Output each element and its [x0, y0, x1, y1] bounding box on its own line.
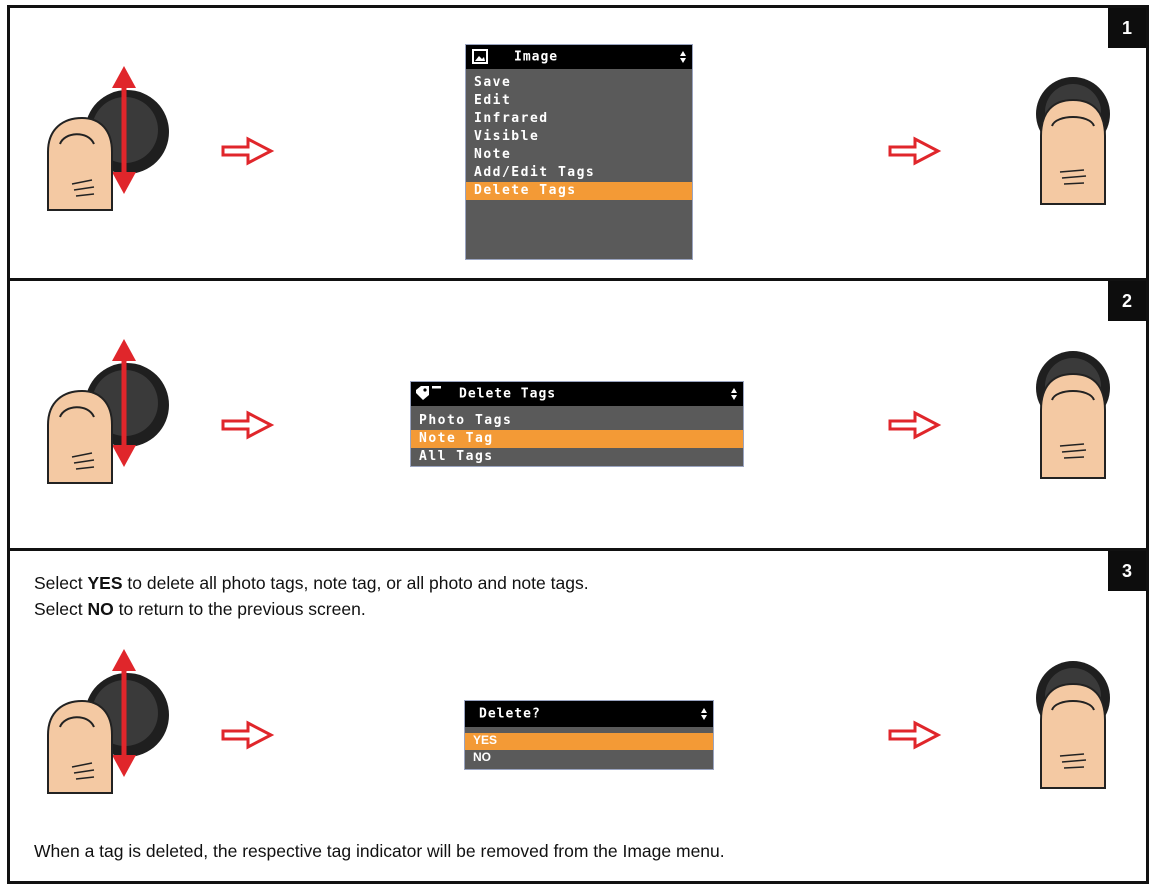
right-arrow-icon	[888, 410, 942, 440]
instruction-no: Select NO to return to the previous scre…	[34, 599, 366, 619]
step-number-badge: 3	[1108, 551, 1146, 591]
menu-item-add-edit-tags[interactable]: Add/Edit Tags	[466, 164, 692, 182]
updown-icon	[701, 708, 707, 720]
step-number-badge: 1	[1108, 8, 1146, 48]
lcd-screen: Image Save Edit Infrared Visible Note Ad…	[465, 44, 693, 260]
menu-item-no[interactable]: NO	[465, 750, 713, 767]
instruction-yes: Select YES to delete all photo tags, not…	[34, 573, 589, 593]
updown-icon	[731, 388, 737, 400]
menu-item-delete-tags[interactable]: Delete Tags	[466, 182, 692, 200]
menu-item-note-tag[interactable]: Note Tag	[411, 430, 743, 448]
lcd-screen: Delete Tags Photo Tags Note Tag All Tags	[410, 381, 744, 467]
step-1-panel: 1 Image Save Edit Infrared Visible Note …	[7, 5, 1149, 281]
lcd-screen: Delete? YES NO	[464, 700, 714, 770]
lcd-title: Delete?	[479, 706, 541, 722]
joystick-press-icon	[1036, 77, 1110, 205]
joystick-scroll-icon	[47, 649, 169, 794]
joystick-press-icon	[1036, 351, 1110, 479]
step-2-panel: 2 Delete Tags Photo Tags Note Tag All Ta…	[7, 278, 1149, 551]
footer-note: When a tag is deleted, the respective ta…	[34, 841, 725, 861]
menu-item-edit[interactable]: Edit	[466, 92, 692, 110]
tag-icon	[416, 386, 441, 400]
menu-item-photo-tags[interactable]: Photo Tags	[411, 412, 743, 430]
right-arrow-icon	[888, 720, 942, 750]
menu-item-save[interactable]: Save	[466, 74, 692, 92]
menu-item-yes[interactable]: YES	[465, 733, 713, 750]
joystick-scroll-icon	[47, 66, 169, 211]
step-number-badge: 2	[1108, 281, 1146, 321]
step-3-panel: 3 Select YES to delete all photo tags, n…	[7, 548, 1149, 884]
lcd-title-bar: Delete Tags	[411, 382, 743, 406]
lcd-title-bar: Delete?	[465, 701, 713, 727]
right-arrow-icon	[221, 410, 275, 440]
joystick-scroll-icon	[47, 339, 169, 484]
right-arrow-icon	[221, 136, 275, 166]
lcd-title: Image	[514, 49, 559, 65]
menu-item-note[interactable]: Note	[466, 146, 692, 164]
right-arrow-icon	[888, 136, 942, 166]
lcd-title: Delete Tags	[459, 386, 557, 402]
menu-item-infrared[interactable]: Infrared	[466, 110, 692, 128]
joystick-press-icon	[1036, 661, 1110, 789]
image-icon	[472, 49, 488, 64]
updown-icon	[680, 51, 686, 63]
lcd-title-bar: Image	[466, 45, 692, 69]
right-arrow-icon	[221, 720, 275, 750]
menu-item-all-tags[interactable]: All Tags	[411, 448, 743, 466]
menu-item-visible[interactable]: Visible	[466, 128, 692, 146]
